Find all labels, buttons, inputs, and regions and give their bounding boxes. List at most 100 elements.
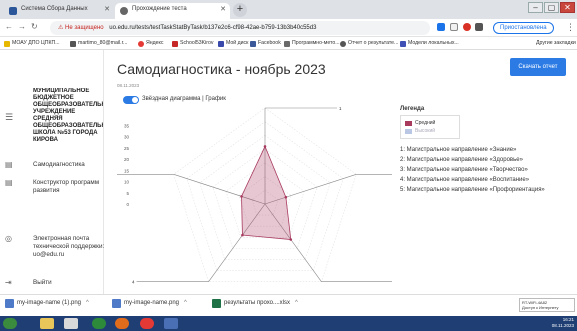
forward-icon[interactable]: →	[18, 22, 26, 31]
bookmark-item[interactable]: Facebook	[250, 37, 281, 49]
data-point	[241, 233, 244, 237]
bookmark-item[interactable]: martimo_80@mail.r...	[70, 37, 127, 49]
app-icon[interactable]	[92, 318, 106, 329]
bookmark-icon	[284, 41, 290, 47]
bookmark-item[interactable]: Отчет о результате...	[340, 37, 398, 49]
legend-series-box: Средний Высокий	[400, 115, 460, 139]
globe-icon	[120, 7, 128, 15]
browser-icon[interactable]	[140, 318, 154, 329]
bookmark-item[interactable]: Модели локальных...	[400, 37, 459, 49]
direction-label: 4: Магистральное направление «Воспитание…	[400, 177, 530, 183]
bookmark-icon	[400, 41, 406, 47]
category-label: 1	[339, 106, 342, 111]
category-label: 4	[132, 280, 135, 285]
main-panel: Самодиагностика - ноябрь 2023 08.11.2023…	[104, 50, 577, 294]
system-clock[interactable]: 16:21 08.11.2023	[518, 317, 574, 329]
report-date: 08.11.2023	[117, 83, 140, 88]
legend-panel: Легенда Средний Высокий 1: Магистральное…	[400, 106, 570, 195]
excel-file-icon	[212, 299, 221, 308]
tick-label: 5	[126, 191, 129, 196]
maximize-icon[interactable]: ▢	[544, 2, 559, 13]
tick-label: 25	[124, 146, 130, 151]
download-item[interactable]: my-image-name.png ^	[112, 299, 187, 308]
legend-title: Легенда	[400, 106, 425, 112]
sidebar: ☰ МУНИЦИПАЛЬНОЕ БЮДЖЕТНОЕ ОБЩЕОБРАЗОВАТЕ…	[0, 50, 104, 294]
network-tooltip: RT-WiFi-4A82 Доступ к Интернету	[519, 298, 575, 312]
url-input[interactable]: ⚠ Не защищено uo.edu.ru/tests/testTaskSt…	[50, 21, 430, 35]
image-file-icon	[5, 299, 14, 308]
download-item[interactable]: результаты прохо....xlsx ^	[212, 299, 298, 308]
insecure-warning[interactable]: ⚠ Не защищено	[58, 25, 104, 31]
tick-label: 0	[126, 202, 129, 207]
page-content: ☰ МУНИЦИПАЛЬНОЕ БЮДЖЕТНОЕ ОБЩЕОБРАЗОВАТЕ…	[0, 50, 577, 294]
data-point	[284, 195, 288, 199]
organization-name: МУНИЦИПАЛЬНОЕ БЮДЖЕТНОЕ ОБЩЕОБРАЗОВАТЕЛЬ…	[33, 88, 103, 143]
sidebar-item-program-builder[interactable]: ▤ Конструктор программ развития	[5, 178, 103, 196]
sidebar-item-logout[interactable]: ⇥ Выйти	[5, 278, 103, 288]
bookmark-icon	[138, 41, 144, 47]
app-icon[interactable]	[64, 318, 78, 329]
tab-bar: Система Сбора Данных ✕ Прохождение теста…	[0, 0, 577, 19]
bookmark-star-icon[interactable]	[450, 23, 458, 31]
close-tab-icon[interactable]: ✕	[220, 5, 226, 13]
chevron-up-icon[interactable]: ^	[184, 300, 187, 306]
page-title: Самодиагностика - ноябрь 2023	[117, 61, 326, 77]
reload-icon[interactable]: ↻	[31, 22, 38, 31]
profile-button[interactable]: Приостановлена	[493, 22, 554, 34]
legend-swatch	[405, 128, 412, 134]
chart-view-toggle[interactable]	[123, 96, 139, 104]
tick-label: 35	[124, 123, 130, 128]
tab-data-system[interactable]: Система Сбора Данных ✕	[4, 3, 114, 19]
sidebar-item-self-diagnostics[interactable]: ▤ Самодиагностика	[5, 160, 103, 172]
bookmarks-bar: МОАУ ДПО ЦПКП... martimo_80@mail.r... Ян…	[0, 37, 577, 50]
bookmark-icon	[250, 41, 256, 47]
bookmark-item[interactable]: МОАУ ДПО ЦПКП...	[4, 37, 60, 49]
back-icon[interactable]: ←	[5, 22, 13, 31]
data-point	[240, 195, 243, 198]
data-point	[263, 145, 267, 148]
menu-hamburger-icon[interactable]: ☰	[5, 112, 13, 123]
direction-label: 3: Магистральное направление «Творчество…	[400, 167, 528, 173]
start-button[interactable]	[3, 318, 17, 329]
address-bar: ← → ↻ ⚠ Не защищено uo.edu.ru/tests/test…	[0, 19, 577, 37]
explorer-icon[interactable]	[40, 318, 54, 329]
minimize-icon[interactable]: –	[528, 2, 543, 13]
bookmark-icon	[340, 41, 346, 47]
browser-icon[interactable]	[115, 318, 129, 329]
support-icon: ◎	[5, 234, 12, 243]
data-point	[289, 238, 293, 241]
bookmark-item[interactable]: Мой диск	[218, 37, 248, 49]
legend-entry-average[interactable]: Средний	[405, 119, 455, 127]
radar-chart-card: 1234505101520253035	[117, 102, 392, 290]
tab-test[interactable]: Прохождение теста ✕	[115, 3, 230, 19]
close-tab-icon[interactable]: ✕	[104, 5, 110, 13]
chevron-up-icon[interactable]: ^	[295, 300, 298, 306]
series-area	[241, 145, 292, 240]
app-icon[interactable]	[164, 318, 178, 329]
close-window-icon[interactable]: ✕	[560, 2, 575, 13]
bookmark-item[interactable]: Программно-мето...	[284, 37, 340, 49]
site-icon	[9, 7, 17, 15]
download-report-button[interactable]: Скачать отчет	[510, 58, 566, 76]
downloads-bar: my-image-name (1).png ^ my-image-name.png…	[0, 294, 577, 316]
share-icon[interactable]	[437, 23, 445, 31]
bookmark-icon	[172, 41, 178, 47]
new-tab-button[interactable]: +	[233, 3, 247, 17]
direction-label: 1: Магистральное направление «Знание»	[400, 147, 517, 153]
report-icon: ▤	[5, 160, 13, 169]
extension-icon[interactable]	[463, 23, 471, 31]
download-item[interactable]: my-image-name (1).png ^	[5, 299, 89, 308]
direction-label: 2: Магистральное направление «Здоровье»	[400, 157, 523, 163]
other-bookmarks[interactable]: Другие закладки	[528, 37, 576, 49]
chevron-up-icon[interactable]: ^	[86, 300, 89, 306]
window-controls: – ▢ ✕	[528, 2, 575, 14]
taskbar: 16:21 08.11.2023	[0, 316, 577, 331]
bookmark-item[interactable]: School53Kirov	[172, 37, 213, 49]
sidebar-support-email[interactable]: ◎ Электронная почта технической поддержк…	[5, 234, 104, 264]
bookmark-item[interactable]: Яндекс	[138, 37, 163, 49]
tick-label: 30	[124, 135, 130, 140]
legend-entry-high[interactable]: Высокий	[405, 127, 455, 135]
menu-icon[interactable]: ⋮	[566, 22, 575, 33]
image-file-icon	[112, 299, 121, 308]
puzzle-icon[interactable]	[475, 23, 483, 31]
